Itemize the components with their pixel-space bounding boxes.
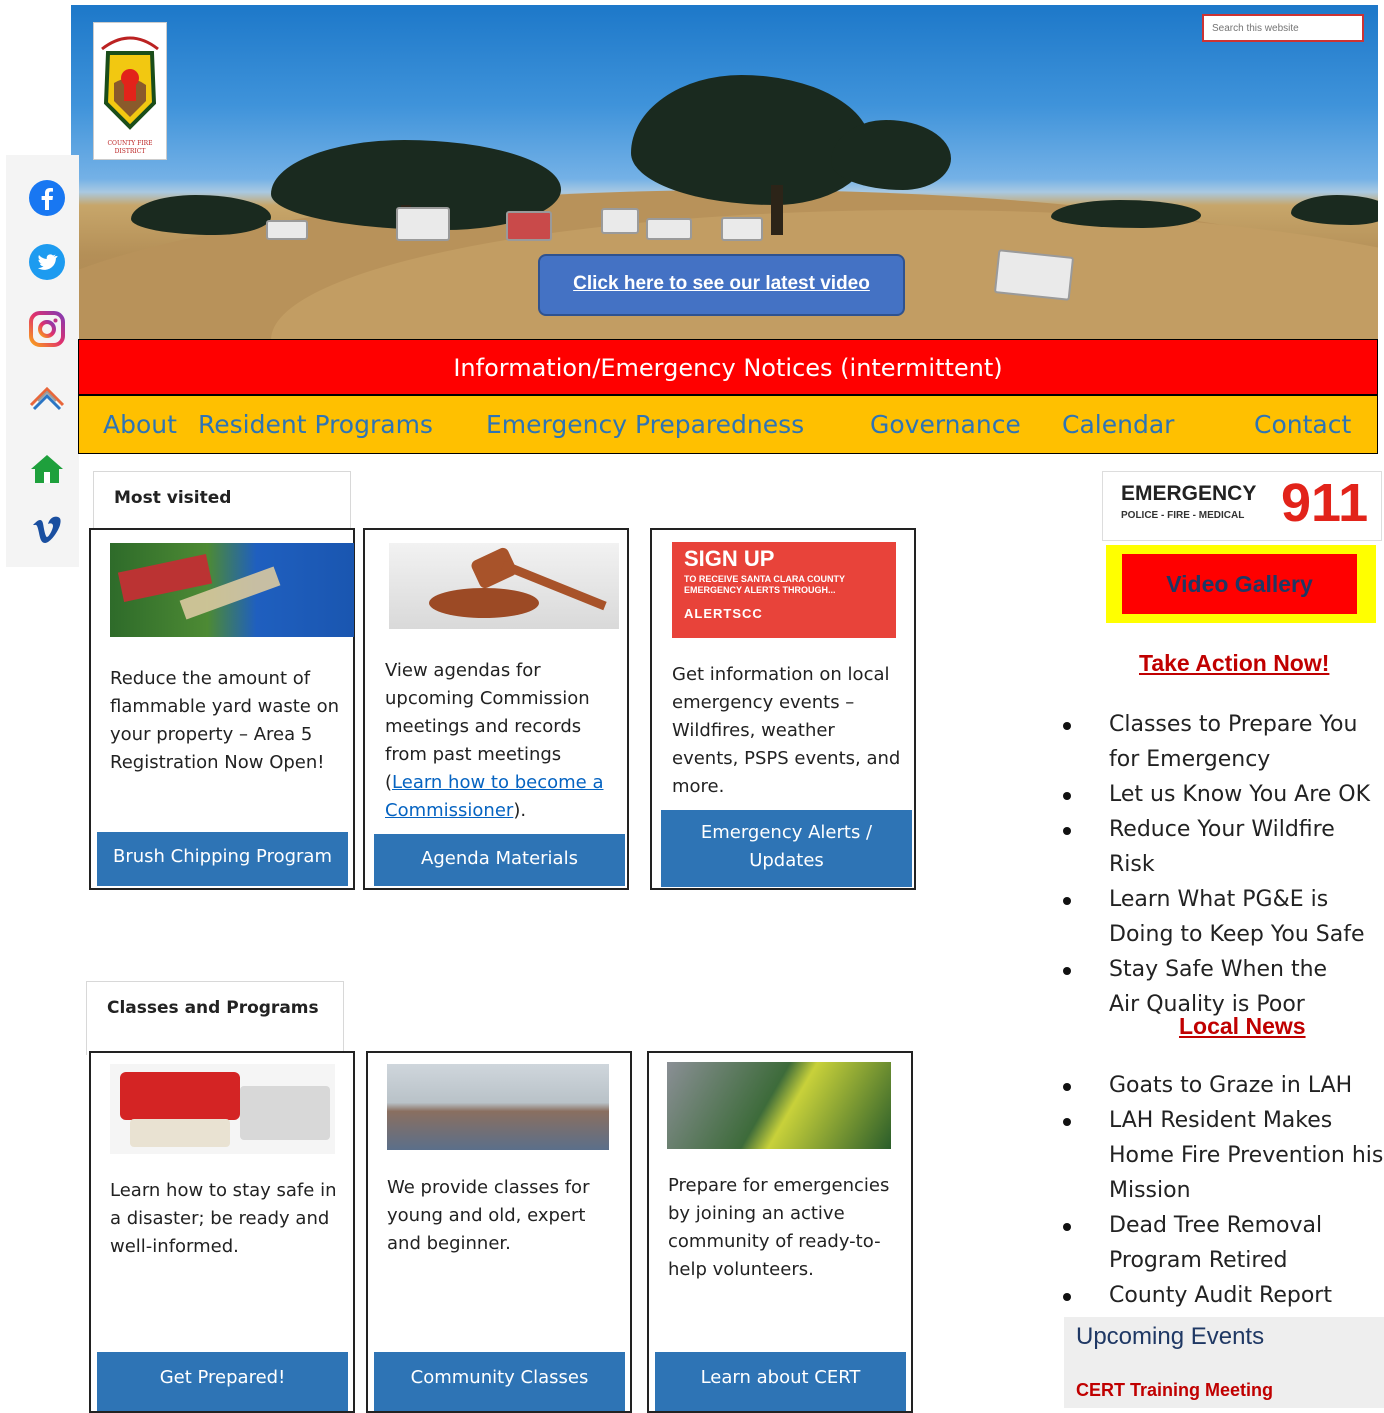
take-action-item[interactable]: Reduce Your Wildfire Risk: [1063, 812, 1384, 882]
agenda-materials-button[interactable]: Agenda Materials: [374, 834, 625, 886]
card-get-prepared-text: Learn how to stay safe in a disaster; be…: [110, 1180, 337, 1257]
card-brush-chipping: Reduce the amount of flammable yard wast…: [89, 528, 355, 890]
svg-text:COUNTY FIRE: COUNTY FIRE: [107, 140, 152, 147]
main-nav: About Resident Programs Emergency Prepar…: [78, 395, 1378, 454]
card-cert: Prepare for emergencies by joining an ac…: [647, 1051, 913, 1413]
facebook-icon[interactable]: [28, 179, 66, 217]
card-alerts-text: Get information on local emergency event…: [672, 664, 901, 797]
vimeo-icon[interactable]: [28, 511, 66, 549]
emergency-notice-bar[interactable]: Information/Emergency Notices (intermitt…: [78, 339, 1378, 395]
social-sidebar: [6, 155, 79, 567]
mountain-icon[interactable]: [28, 377, 66, 415]
twitter-icon[interactable]: [28, 243, 66, 281]
take-action-item[interactable]: Stay Safe When the Air Quality is Poor: [1063, 952, 1359, 1022]
svg-text:DISTRICT: DISTRICT: [115, 148, 146, 155]
local-news-item[interactable]: County Audit Report: [1063, 1278, 1384, 1313]
community-classes-button[interactable]: Community Classes: [374, 1352, 625, 1411]
classroom-image: [387, 1064, 609, 1150]
become-commissioner-link[interactable]: Learn how to become a Commissioner: [385, 772, 604, 821]
home-icon[interactable]: [28, 450, 66, 488]
nav-emergency-preparedness[interactable]: Emergency Preparedness: [486, 410, 804, 439]
instagram-icon[interactable]: [28, 310, 66, 348]
local-news-list: Goats to Graze in LAH LAH Resident Makes…: [1063, 1068, 1384, 1313]
local-news-item[interactable]: LAH Resident Makes Home Fire Prevention …: [1063, 1103, 1384, 1208]
nav-about[interactable]: About: [103, 410, 177, 439]
card-agenda-text: View agendas for upcoming Commission mee…: [385, 660, 604, 821]
brush-chipper-image: [110, 543, 354, 637]
learn-cert-button[interactable]: Learn about CERT: [655, 1352, 906, 1411]
classes-programs-heading: Classes and Programs: [86, 981, 344, 1055]
search-input[interactable]: [1202, 14, 1364, 42]
take-action-item[interactable]: Let us Know You Are OK: [1063, 777, 1384, 812]
local-news-heading[interactable]: Local News: [1179, 1013, 1306, 1040]
local-news-item[interactable]: Dead Tree Removal Program Retired: [1063, 1208, 1384, 1278]
take-action-item[interactable]: Learn What PG&E is Doing to Keep You Saf…: [1063, 882, 1384, 952]
cert-volunteers-image: [667, 1062, 891, 1149]
event-link[interactable]: CERT Training Meeting: [1076, 1380, 1273, 1401]
get-prepared-button[interactable]: Get Prepared!: [97, 1352, 348, 1411]
card-get-prepared: Learn how to stay safe in a disaster; be…: [89, 1051, 355, 1413]
nav-resident-programs[interactable]: Resident Programs: [198, 410, 433, 439]
nav-calendar[interactable]: Calendar: [1062, 410, 1174, 439]
upcoming-events-heading: Upcoming Events: [1076, 1323, 1265, 1350]
card-agenda: View agendas for upcoming Commission mee…: [363, 528, 629, 890]
card-brush-chipping-text: Reduce the amount of flammable yard wast…: [110, 668, 340, 773]
district-logo[interactable]: COUNTY FIRE DISTRICT: [93, 22, 167, 160]
upcoming-events-panel: Upcoming Events CERT Training Meeting: [1064, 1317, 1384, 1408]
card-community-classes-text: We provide classes for young and old, ex…: [387, 1177, 590, 1254]
local-news-item[interactable]: Goats to Graze in LAH: [1063, 1068, 1384, 1103]
take-action-item[interactable]: Classes to Prepare You for Emergency: [1063, 707, 1384, 777]
nav-contact[interactable]: Contact: [1254, 410, 1351, 439]
brush-chipping-button[interactable]: Brush Chipping Program: [97, 832, 348, 886]
latest-video-link[interactable]: Click here to see our latest video: [538, 254, 905, 316]
card-community-classes: We provide classes for young and old, ex…: [366, 1051, 632, 1413]
take-action-heading[interactable]: Take Action Now!: [1139, 650, 1329, 677]
alertscc-signup-image: SIGN UP TO RECEIVE SANTA CLARA COUNTY EM…: [672, 542, 896, 638]
nav-governance[interactable]: Governance: [870, 410, 1021, 439]
emergency-911-banner: EMERGENCY POLICE - FIRE - MEDICAL 911: [1102, 471, 1382, 541]
emergency-kit-image: [110, 1064, 335, 1154]
card-cert-text: Prepare for emergencies by joining an ac…: [668, 1175, 890, 1280]
card-alerts: SIGN UP TO RECEIVE SANTA CLARA COUNTY EM…: [650, 528, 916, 890]
video-gallery-button[interactable]: Video Gallery: [1122, 554, 1357, 614]
take-action-list: Classes to Prepare You for Emergency Let…: [1063, 707, 1384, 1022]
gavel-image: [389, 543, 619, 629]
emergency-alerts-button[interactable]: Emergency Alerts / Updates: [661, 810, 912, 887]
